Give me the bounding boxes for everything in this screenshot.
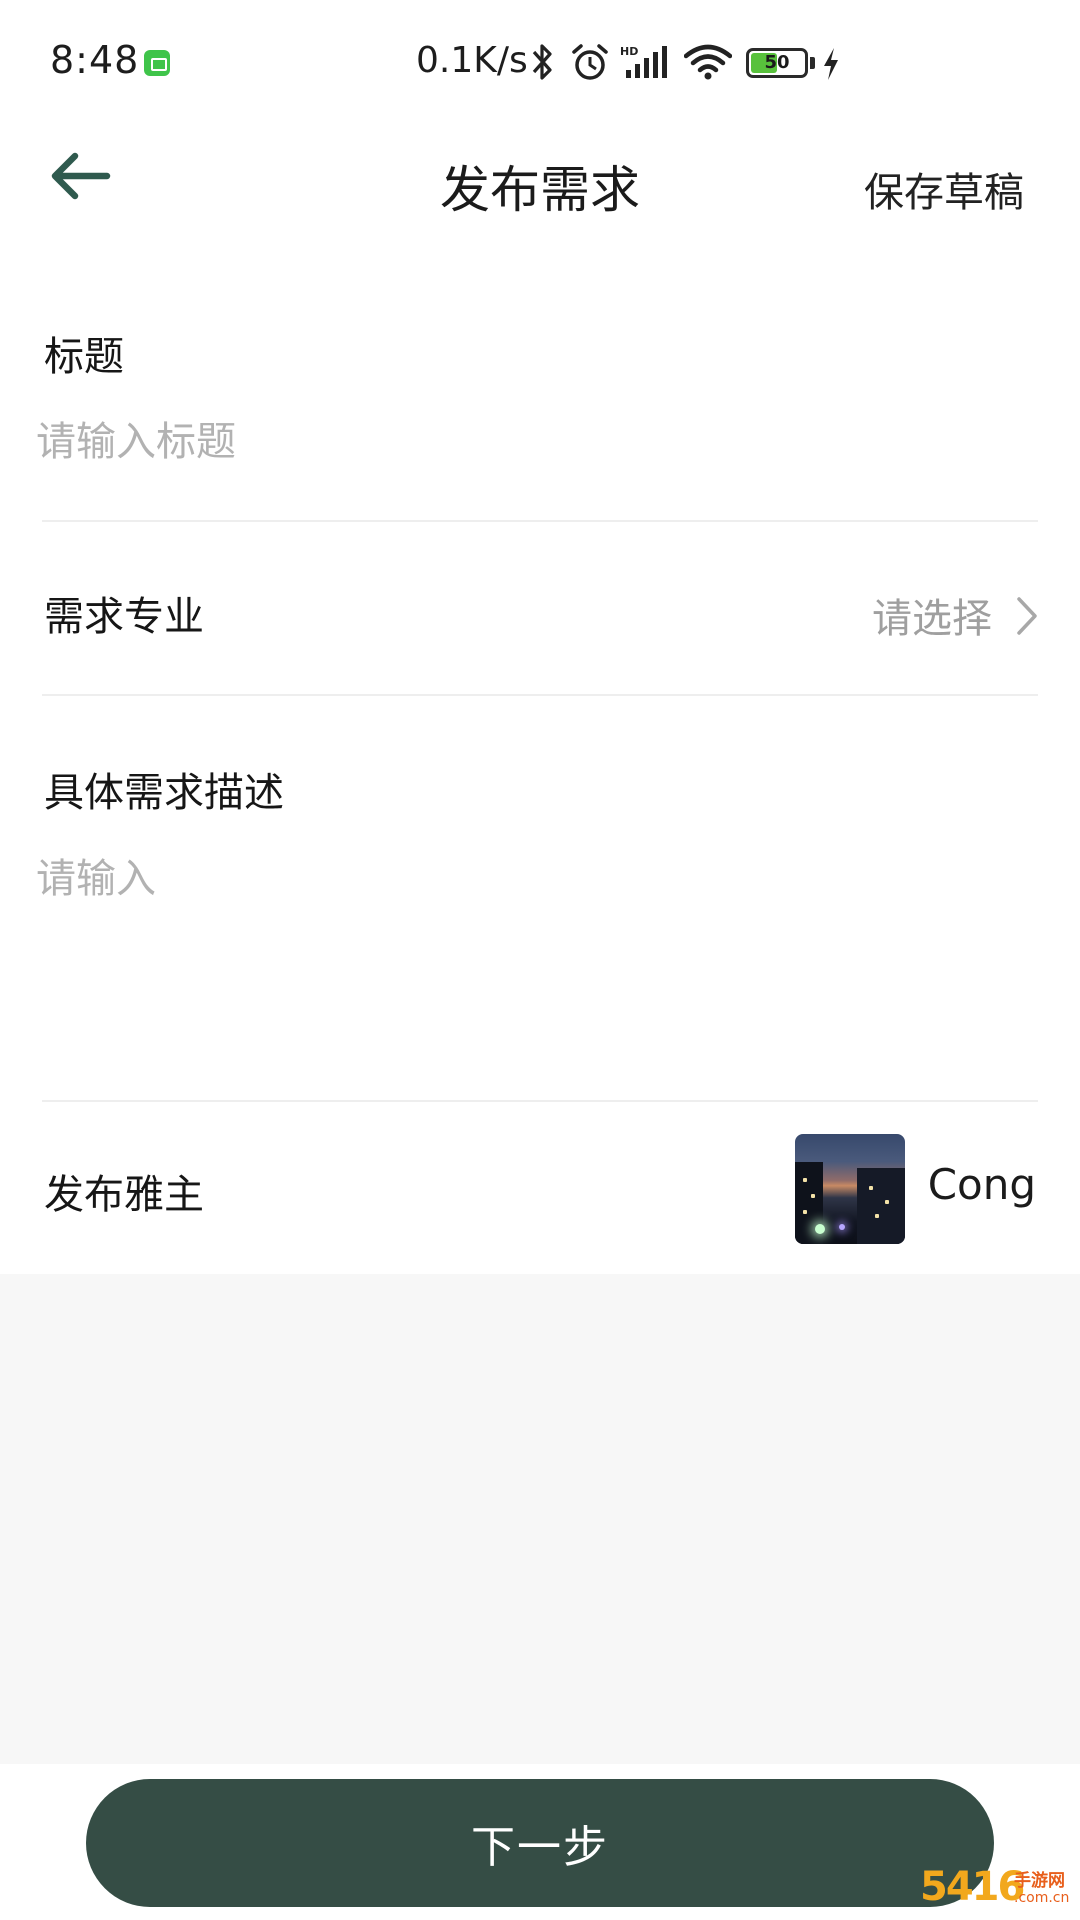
watermark-logo: 5416 手游网 .com.cn: [920, 1862, 1072, 1914]
chevron-right-icon: [1017, 597, 1037, 635]
major-label: 需求专业: [44, 594, 204, 640]
network-speed: 0.1K/s: [416, 40, 528, 81]
publisher-label: 发布雅主: [44, 1172, 204, 1218]
major-select-row[interactable]: 需求专业 请选择: [0, 540, 1080, 690]
title-label: 标题: [44, 334, 124, 380]
status-bar: 8:48 0.1K/s HD 50: [0, 0, 1080, 120]
status-time: 8:48: [50, 38, 140, 82]
notification-app-icon: [144, 50, 170, 76]
battery-percent: 50: [764, 52, 790, 73]
title-bar: 发布需求 保存草稿: [0, 120, 1080, 260]
save-draft-button[interactable]: 保存草稿: [864, 160, 1024, 218]
watermark-number: 5416: [920, 1864, 1025, 1910]
watermark-domain: .com.cn: [1014, 1890, 1070, 1906]
publisher-row: 发布雅主 Cong: [0, 1110, 1080, 1272]
title-input[interactable]: [36, 410, 1036, 474]
divider: [42, 1100, 1038, 1102]
bluetooth-icon: [532, 44, 552, 80]
battery-cap: [810, 57, 815, 69]
description-label: 具体需求描述: [44, 770, 284, 816]
battery-icon: 50: [746, 48, 808, 78]
major-select-value: 请选择: [872, 596, 992, 642]
publisher-name: Cong: [927, 1160, 1036, 1209]
hd-signal-icon: HD: [620, 45, 667, 78]
charging-icon: [824, 48, 838, 80]
divider: [42, 694, 1038, 696]
publish-request-screen: 8:48 0.1K/s HD 50 发布需求 保存草稿 标题 请输入标题 需求专…: [0, 0, 1080, 1920]
avatar: [795, 1134, 905, 1244]
next-step-button[interactable]: 下一步: [86, 1779, 994, 1907]
alarm-icon: [572, 44, 608, 80]
description-input[interactable]: [36, 846, 1036, 1086]
svg-text:HD: HD: [620, 45, 638, 58]
divider: [42, 520, 1038, 522]
watermark-text: 手游网: [1014, 1871, 1065, 1891]
empty-background-area: [0, 1274, 1080, 1764]
wifi-icon: [684, 44, 732, 80]
